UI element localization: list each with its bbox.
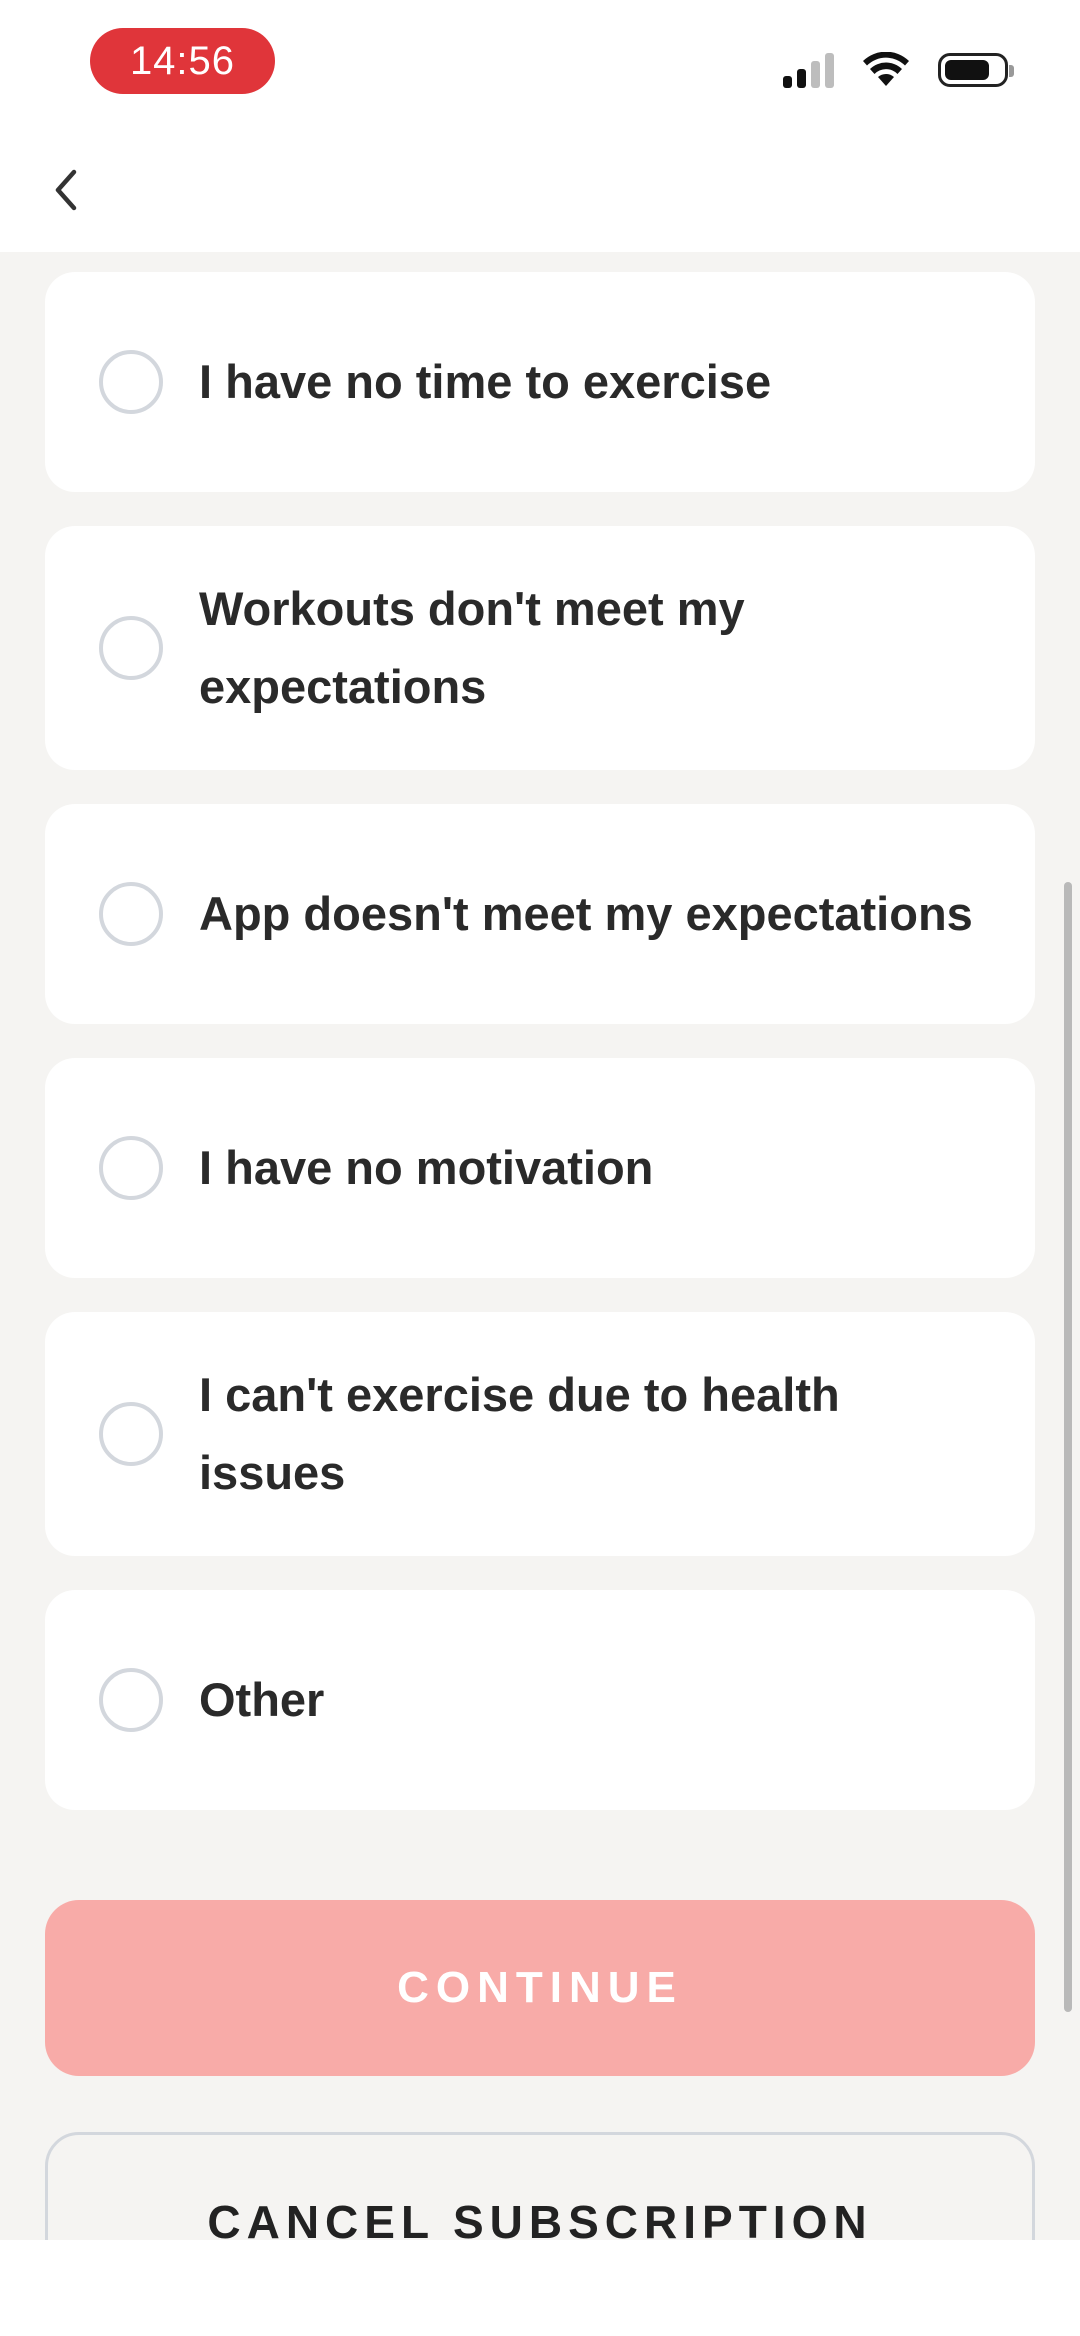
option-other[interactable]: Other bbox=[45, 1590, 1035, 1810]
option-health-issues[interactable]: I can't exercise due to health issues bbox=[45, 1312, 1035, 1556]
radio-button[interactable] bbox=[99, 1668, 163, 1732]
option-label: I can't exercise due to health issues bbox=[199, 1368, 840, 1499]
option-workouts-expectations[interactable]: Workouts don't meet my expectations bbox=[45, 526, 1035, 770]
radio-button[interactable] bbox=[99, 350, 163, 414]
status-time: 14:56 bbox=[90, 28, 275, 94]
battery-icon bbox=[938, 53, 1014, 87]
wifi-icon bbox=[863, 52, 909, 86]
scrollbar[interactable] bbox=[1064, 882, 1072, 2012]
option-label: I have no time to exercise bbox=[199, 355, 772, 408]
nav-bar bbox=[0, 130, 1080, 252]
status-icons bbox=[783, 52, 1014, 88]
option-app-expectations[interactable]: App doesn't meet my expectations bbox=[45, 804, 1035, 1024]
continue-button[interactable]: CONTINUE bbox=[45, 1900, 1035, 2076]
radio-button[interactable] bbox=[99, 882, 163, 946]
cancel-subscription-button[interactable]: CANCEL SUBSCRIPTION bbox=[45, 2132, 1035, 2240]
status-bar: 14:56 bbox=[0, 0, 1080, 130]
bottom-area bbox=[0, 2240, 1080, 2336]
radio-button[interactable] bbox=[99, 1402, 163, 1466]
radio-button[interactable] bbox=[99, 1136, 163, 1200]
radio-button[interactable] bbox=[99, 616, 163, 680]
chevron-left-icon bbox=[55, 169, 77, 211]
option-label: I have no motivation bbox=[199, 1141, 654, 1194]
option-no-motivation[interactable]: I have no motivation bbox=[45, 1058, 1035, 1278]
back-button[interactable] bbox=[30, 155, 100, 225]
option-label: Other bbox=[199, 1673, 325, 1726]
option-label: Workouts don't meet my expectations bbox=[199, 582, 745, 713]
reason-list[interactable]: I have no time to exercise Workouts don'… bbox=[0, 252, 1080, 2240]
signal-icon bbox=[783, 52, 834, 88]
option-label: App doesn't meet my expectations bbox=[199, 887, 973, 940]
option-no-time[interactable]: I have no time to exercise bbox=[45, 272, 1035, 492]
